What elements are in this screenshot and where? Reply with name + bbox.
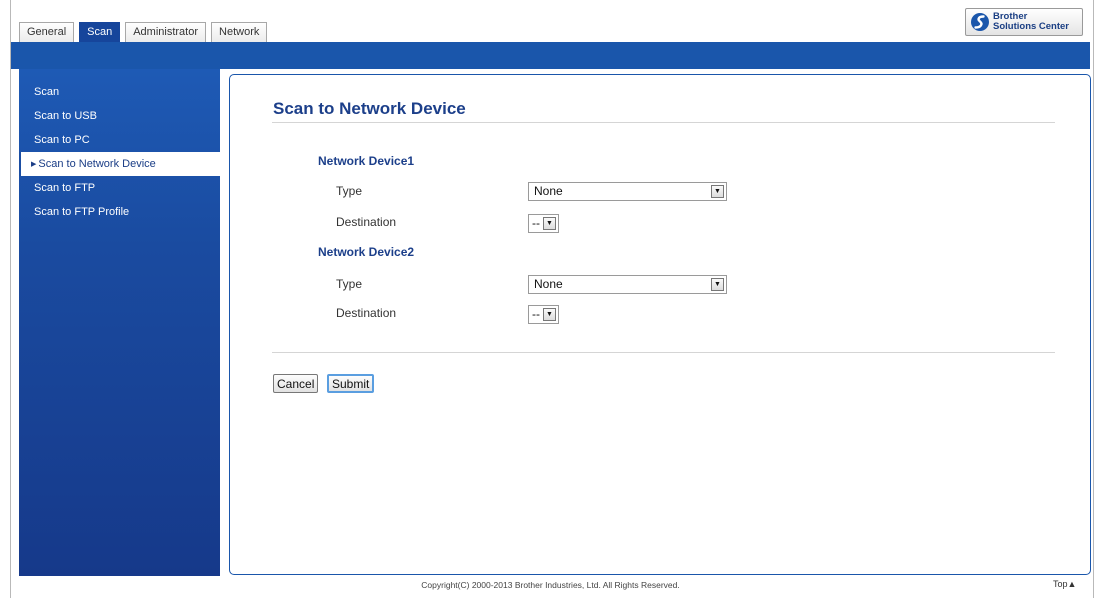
- copyright-footer: Copyright(C) 2000-2013 Brother Industrie…: [421, 580, 680, 590]
- device2-type-select[interactable]: None ▼: [528, 275, 727, 294]
- chevron-down-icon: ▼: [543, 217, 556, 230]
- device2-destination-select[interactable]: -- ▼: [528, 305, 559, 324]
- sidebar-item-scan-to-network-device[interactable]: ▶ Scan to Network Device: [19, 152, 220, 176]
- main-panel: [229, 74, 1091, 575]
- device2-type-value: None: [534, 277, 563, 291]
- triangle-right-icon: ▶: [31, 161, 37, 168]
- device2-destination-label: Destination: [336, 306, 397, 320]
- device1-type-value: None: [534, 184, 563, 198]
- sidebar-item-label: Scan: [34, 86, 60, 98]
- device2-type-label: Type: [336, 277, 363, 291]
- tab-network[interactable]: Network: [211, 22, 268, 42]
- solutions-center-label: Brother Solutions Center: [993, 12, 1069, 32]
- top-link[interactable]: Top▲: [1053, 579, 1076, 589]
- sidebar-item-scan-to-pc[interactable]: Scan to PC: [19, 128, 220, 152]
- submit-button[interactable]: Submit: [327, 374, 375, 393]
- top-link-label: Top: [1053, 579, 1068, 589]
- device1-destination-value: --: [532, 216, 540, 230]
- sidebar-item-scan[interactable]: Scan: [19, 80, 220, 104]
- device1-destination-label: Destination: [336, 215, 397, 229]
- triangle-up-icon: ▲: [1067, 579, 1077, 589]
- device1-type-select[interactable]: None ▼: [528, 182, 727, 201]
- sidebar-item-label: Scan to PC: [34, 134, 90, 146]
- network-device1-heading: Network Device1: [318, 154, 415, 168]
- sidebar-item-label: Scan to Network Device: [38, 158, 156, 170]
- sidebar: Scan Scan to USB Scan to PC ▶ Scan to Net…: [19, 69, 220, 576]
- chevron-down-icon: ▼: [711, 278, 724, 291]
- network-device2-heading: Network Device2: [318, 245, 415, 259]
- cancel-button[interactable]: Cancel: [273, 374, 319, 393]
- header-band: [11, 42, 1090, 69]
- sidebar-item-scan-to-ftp[interactable]: Scan to FTP: [19, 176, 220, 200]
- chevron-down-icon: ▼: [543, 308, 556, 321]
- device1-type-label: Type: [336, 184, 363, 198]
- sidebar-item-label: Scan to FTP Profile: [34, 206, 130, 218]
- sidebar-item-label: Scan to FTP: [34, 182, 96, 194]
- tab-general[interactable]: General: [19, 22, 75, 42]
- top-tab-bar: General Scan Administrator Network: [19, 22, 272, 42]
- tab-scan[interactable]: Scan: [79, 22, 121, 42]
- solutions-center-line2: Solutions Center: [993, 21, 1070, 32]
- page-title: Scan to Network Device: [273, 99, 466, 118]
- sidebar-item-scan-to-ftp-profile[interactable]: Scan to FTP Profile: [19, 200, 220, 224]
- device1-destination-select[interactable]: -- ▼: [528, 214, 559, 233]
- form-divider: [272, 352, 1055, 353]
- solutions-center-button[interactable]: Brother Solutions Center: [965, 8, 1083, 36]
- chevron-down-icon: ▼: [711, 185, 724, 198]
- device2-destination-value: --: [532, 307, 540, 321]
- tab-administrator[interactable]: Administrator: [125, 22, 207, 42]
- sidebar-item-scan-to-usb[interactable]: Scan to USB: [19, 104, 220, 128]
- sidebar-item-label: Scan to USB: [34, 110, 97, 122]
- brother-swoosh-logo-icon: [971, 13, 989, 31]
- title-divider: [272, 122, 1055, 123]
